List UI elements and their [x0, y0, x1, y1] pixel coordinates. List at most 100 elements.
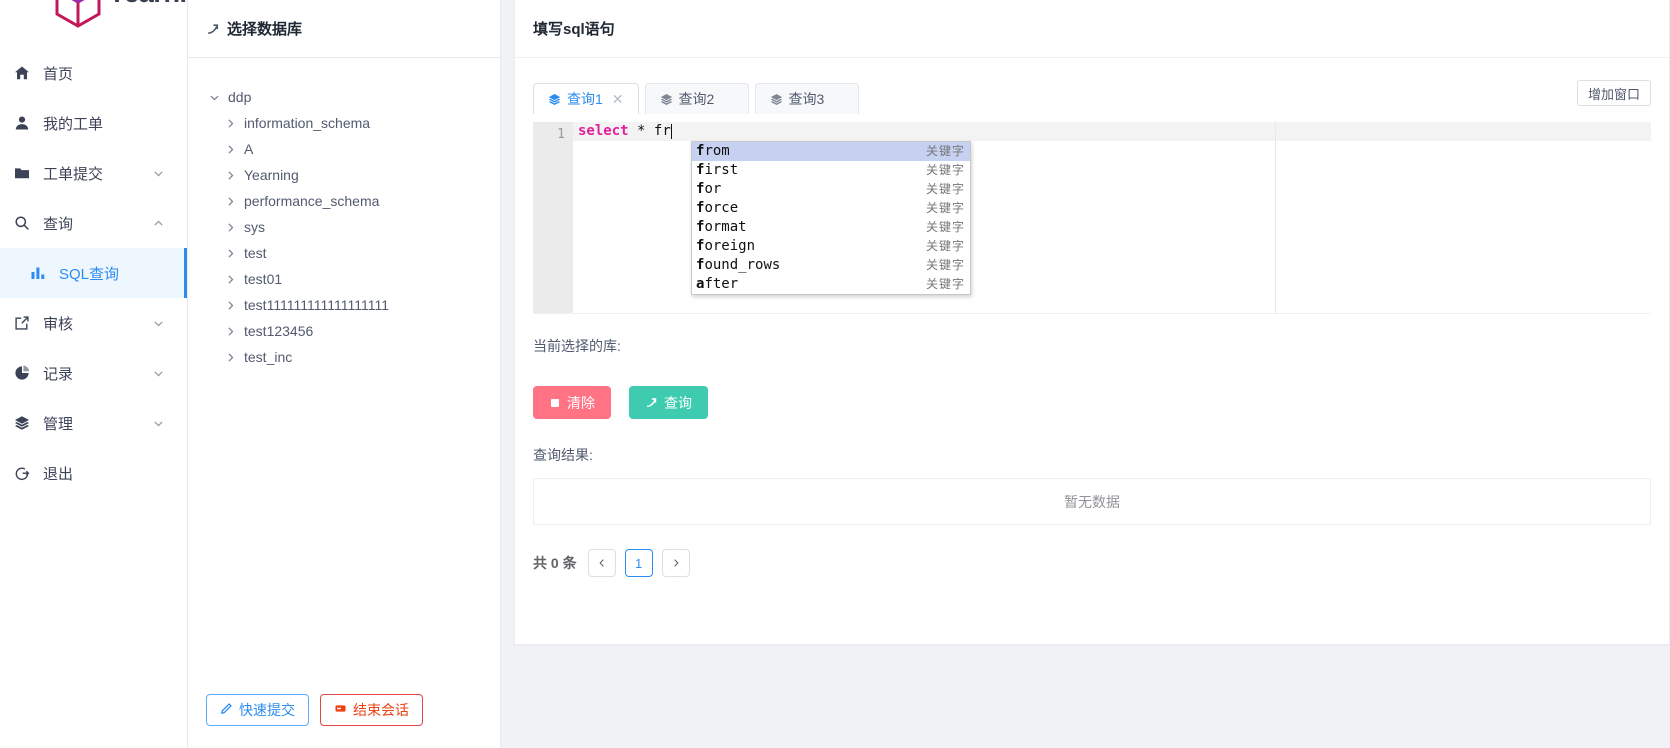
- tree-node-item[interactable]: test111111111111111111: [206, 292, 500, 318]
- tree-node-root[interactable]: ddp: [206, 84, 500, 110]
- end-session-button[interactable]: 结束会话: [320, 694, 423, 726]
- pagination-page-1[interactable]: 1: [624, 549, 653, 577]
- query-button[interactable]: 查询: [629, 386, 708, 419]
- tab-query-2[interactable]: 查询2: [644, 83, 749, 114]
- chevron-down-icon[interactable]: [206, 92, 222, 103]
- tab-query-3[interactable]: 查询3: [754, 83, 859, 114]
- pagination-next[interactable]: [661, 549, 690, 577]
- tree-node-item[interactable]: test_inc: [206, 344, 500, 370]
- app-root: Yearning 首页 我的工单 工单提交: [0, 0, 1670, 748]
- tree-node-item[interactable]: information_schema: [206, 110, 500, 136]
- tree-node-label: test01: [244, 271, 283, 287]
- ac-rest: fter: [704, 276, 739, 292]
- sidebar-label: 工单提交: [43, 165, 104, 183]
- ac-rest: orce: [704, 200, 739, 216]
- sidebar-item-sql-query[interactable]: SQL查询: [0, 248, 187, 298]
- autocomplete-item-format[interactable]: format 关键字: [692, 218, 970, 237]
- chevron-right-icon[interactable]: [222, 352, 238, 363]
- sidebar-item-my-orders[interactable]: 我的工单: [0, 98, 187, 148]
- ac-meta: 关键字: [925, 182, 965, 196]
- line-number: 1: [557, 127, 565, 142]
- chevron-right-icon[interactable]: [222, 118, 238, 129]
- pagination-page-number: 1: [634, 555, 643, 571]
- tree-node-item[interactable]: test01: [206, 266, 500, 292]
- tab-label: 查询2: [678, 91, 715, 107]
- empty-text: 暂无数据: [1064, 493, 1120, 510]
- autocomplete-item-force[interactable]: force 关键字: [692, 199, 970, 218]
- chevron-right-icon[interactable]: [222, 274, 238, 285]
- sidebar-nav: 首页 我的工单 工单提交 查询 SQL查询 审核 记录 管理 退出: [0, 48, 187, 498]
- sidebar: Yearning 首页 我的工单 工单提交: [0, 0, 188, 748]
- folder-icon: [14, 165, 40, 181]
- sidebar-item-logout[interactable]: 退出: [0, 448, 187, 498]
- card-title: 填写sql语句: [515, 0, 1669, 58]
- sql-editor[interactable]: 1 select * fr from 关键字 first 关键字 for 关键字…: [533, 122, 1651, 314]
- end-session-label: 结束会话: [353, 702, 409, 718]
- clear-button-label: 清除: [567, 394, 595, 411]
- chevron-right-icon[interactable]: [222, 300, 238, 311]
- close-icon[interactable]: ✕: [612, 92, 624, 106]
- tree-node-item[interactable]: test: [206, 240, 500, 266]
- chevron-right-icon[interactable]: [222, 222, 238, 233]
- sidebar-item-submit[interactable]: 工单提交: [0, 148, 187, 198]
- ac-meta: 关键字: [925, 144, 965, 158]
- sidebar-label: 记录: [43, 365, 74, 383]
- autocomplete-item-for[interactable]: for 关键字: [692, 180, 970, 199]
- editor-right-rule: [1275, 122, 1276, 313]
- bar-chart-icon: [30, 265, 56, 281]
- tree-node-label: test111111111111111111: [244, 297, 390, 313]
- tab-query-1[interactable]: 查询1 ✕: [533, 83, 639, 114]
- chevron-right-icon[interactable]: [222, 248, 238, 259]
- sidebar-item-manage[interactable]: 管理: [0, 398, 187, 448]
- main-content: 填写sql语句 查询1 ✕ 查询2 查询3 增加窗口 1 select * fr…: [501, 0, 1670, 748]
- tree-node-label: performance_schema: [244, 193, 380, 209]
- autocomplete-item-first[interactable]: first 关键字: [692, 161, 970, 180]
- autocomplete-popup[interactable]: from 关键字 first 关键字 for 关键字 force 关键字 for…: [691, 141, 971, 295]
- tree-footer: 快速提交 结束会话: [188, 672, 500, 748]
- query-button-label: 查询: [664, 394, 692, 411]
- autocomplete-item-after[interactable]: after 关键字: [692, 275, 970, 294]
- action-buttons: 清除 查询: [533, 386, 1651, 419]
- tree-node-item[interactable]: Yearning: [206, 162, 500, 188]
- ac-rest: oreign: [704, 238, 756, 254]
- tree-node-item[interactable]: performance_schema: [206, 188, 500, 214]
- power-icon: [334, 702, 347, 718]
- database-tree-panel: 选择数据库 ddp information_schema A Yearning: [188, 0, 501, 748]
- autocomplete-item-foreign[interactable]: foreign 关键字: [692, 237, 970, 256]
- text-caret: [670, 124, 672, 139]
- sidebar-label: 查询: [43, 215, 74, 233]
- sidebar-item-home[interactable]: 首页: [0, 48, 187, 98]
- card-body: 查询1 ✕ 查询2 查询3 增加窗口 1 select * fr from 关键…: [515, 58, 1669, 577]
- ac-meta: 关键字: [925, 163, 965, 177]
- tree-node-item[interactable]: sys: [206, 214, 500, 240]
- chevron-right-icon[interactable]: [222, 326, 238, 337]
- chevron-right-icon[interactable]: [222, 170, 238, 181]
- add-window-button[interactable]: 增加窗口: [1576, 80, 1651, 106]
- home-icon: [14, 65, 40, 81]
- brand-logo[interactable]: Yearning: [0, 0, 187, 30]
- sidebar-item-records[interactable]: 记录: [0, 348, 187, 398]
- clear-button[interactable]: 清除: [533, 386, 611, 419]
- chevron-down-icon: [153, 168, 167, 179]
- quick-submit-label: 快速提交: [239, 702, 295, 718]
- tree-node-item[interactable]: A: [206, 136, 500, 162]
- autocomplete-item-found-rows[interactable]: found_rows 关键字: [692, 256, 970, 275]
- tree-node-item[interactable]: test123456: [206, 318, 500, 344]
- autocomplete-item-from[interactable]: from 关键字: [692, 142, 970, 161]
- sidebar-label: 首页: [43, 65, 74, 83]
- chevron-right-icon[interactable]: [222, 144, 238, 155]
- brand-name: Yearning: [108, 0, 187, 9]
- logout-icon: [14, 465, 40, 481]
- sidebar-label: 审核: [43, 315, 74, 333]
- sidebar-item-audit[interactable]: 审核: [0, 298, 187, 348]
- ac-meta: 关键字: [925, 201, 965, 215]
- quick-submit-button[interactable]: 快速提交: [206, 694, 309, 726]
- sidebar-item-query[interactable]: 查询: [0, 198, 187, 248]
- chevron-right-icon[interactable]: [222, 196, 238, 207]
- ac-meta: 关键字: [925, 239, 965, 253]
- editor-code-area[interactable]: select * fr from 关键字 first 关键字 for 关键字 f…: [573, 122, 1651, 313]
- ac-meta: 关键字: [925, 220, 965, 234]
- pie-chart-icon: [14, 365, 40, 381]
- arrow-up-right-icon: [206, 22, 220, 36]
- pagination-prev[interactable]: [587, 549, 616, 577]
